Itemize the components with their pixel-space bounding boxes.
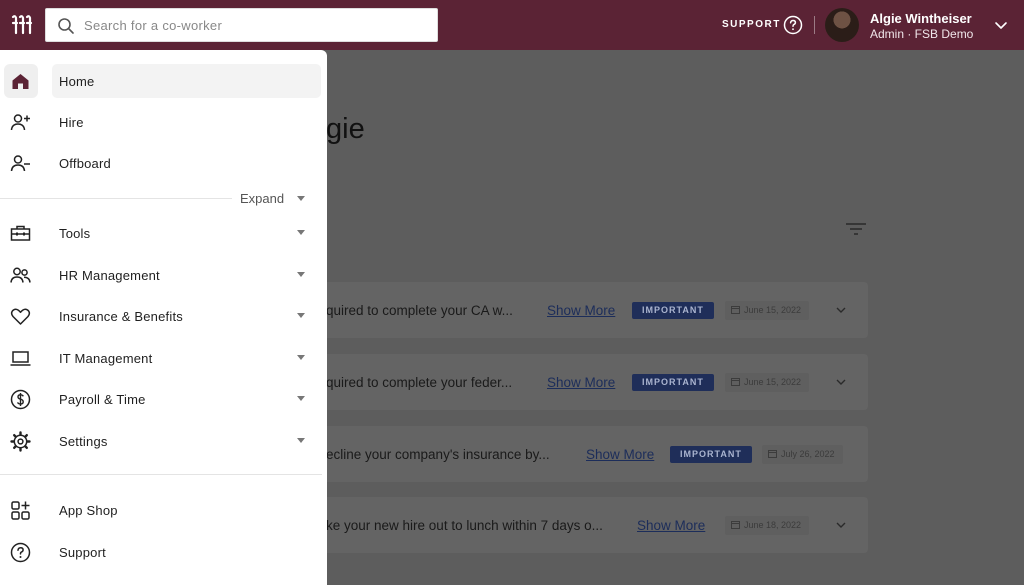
caret-down-icon (297, 196, 305, 201)
menu-item-label: Insurance & Benefits (59, 309, 183, 324)
menu-item-settings[interactable]: Settings (0, 423, 327, 459)
chevron-down-icon[interactable] (994, 18, 1008, 32)
toolbox-icon (10, 225, 31, 241)
menu-item-label: Support (59, 545, 106, 560)
menu-item-home[interactable]: Home (0, 64, 327, 100)
menu-item-label: Home (59, 74, 95, 89)
task-text: quired to complete your CA w... (326, 303, 513, 318)
due-date-text: June 15, 2022 (744, 377, 802, 387)
menu-item-label: HR Management (59, 268, 160, 283)
user-role: Admin · FSB Demo (870, 27, 974, 41)
menu-item-label: Hire (59, 115, 84, 130)
task-card[interactable]: ecline your company's insurance by... Sh… (316, 426, 868, 482)
caret-down-icon (297, 438, 305, 443)
menu-item-label: Offboard (59, 156, 111, 171)
due-date: June 15, 2022 (725, 373, 810, 392)
user-plus-icon (10, 114, 30, 131)
calendar-icon (731, 378, 740, 386)
task-text: quired to complete your feder... (326, 375, 513, 390)
divider (814, 16, 815, 34)
help-icon (10, 542, 31, 563)
important-badge: IMPORTANT (632, 374, 714, 391)
user-name[interactable]: Algie Wintheiser (870, 11, 972, 26)
due-date-text: June 15, 2022 (744, 305, 802, 315)
due-date: June 15, 2022 (725, 301, 810, 320)
avatar[interactable] (825, 8, 859, 42)
gear-icon (10, 431, 31, 452)
menu-item-insurance-benefits[interactable]: Insurance & Benefits (0, 298, 327, 334)
help-icon[interactable] (783, 15, 803, 35)
calendar-icon (731, 521, 740, 529)
apps-icon (11, 501, 30, 520)
menu-item-label: Settings (59, 434, 108, 449)
task-card[interactable]: quired to complete your CA w... Show Mor… (316, 282, 868, 338)
task-text: ke your new hire out to lunch within 7 d… (326, 518, 603, 533)
task-text: ecline your company's insurance by... (326, 447, 550, 462)
page-title: gie (326, 113, 365, 145)
search-input[interactable]: Search for a co-worker (84, 18, 222, 33)
divider (0, 198, 232, 199)
caret-down-icon (297, 355, 305, 360)
people-icon (10, 267, 31, 283)
show-more-link[interactable]: Show More (586, 447, 654, 462)
menu-item-label: Payroll & Time (59, 392, 146, 407)
show-more-link[interactable]: Show More (547, 375, 615, 390)
expand-label[interactable]: Expand (240, 191, 284, 206)
menu-item-hr-management[interactable]: HR Management (0, 257, 327, 293)
caret-down-icon (297, 396, 305, 401)
menu-item-tools[interactable]: Tools (0, 215, 327, 251)
home-icon (12, 74, 29, 89)
chevron-down-icon[interactable] (835, 376, 847, 388)
important-badge: IMPORTANT (670, 446, 752, 463)
navigation-menu: Home Hire Offboard Expand Tools HR Manag… (0, 50, 327, 585)
chevron-down-icon[interactable] (835, 519, 847, 531)
due-date: June 18, 2022 (725, 516, 810, 535)
chevron-down-icon[interactable] (835, 304, 847, 316)
calendar-icon (768, 450, 777, 458)
heart-icon (10, 308, 31, 325)
dollar-icon (10, 389, 31, 410)
support-link[interactable]: SUPPORT (722, 19, 781, 30)
caret-down-icon (297, 230, 305, 235)
search-icon (58, 18, 74, 34)
user-minus-icon (10, 155, 30, 172)
menu-item-hire[interactable]: Hire (0, 104, 327, 140)
show-more-link[interactable]: Show More (637, 518, 705, 533)
show-more-link[interactable]: Show More (547, 303, 615, 318)
menu-item-it-management[interactable]: IT Management (0, 340, 327, 376)
due-date-text: July 26, 2022 (781, 449, 835, 459)
menu-item-support[interactable]: Support (0, 534, 327, 570)
filter-icon[interactable] (845, 222, 867, 236)
due-date-text: June 18, 2022 (744, 520, 802, 530)
divider (0, 474, 322, 475)
menu-item-payroll-time[interactable]: Payroll & Time (0, 381, 327, 417)
laptop-icon (10, 351, 31, 366)
top-bar: Search for a co-worker SUPPORT Algie Win… (0, 0, 1024, 50)
important-badge: IMPORTANT (632, 302, 714, 319)
caret-down-icon (297, 313, 305, 318)
company-logo-icon[interactable] (10, 13, 34, 37)
menu-item-label: App Shop (59, 503, 118, 518)
due-date: July 26, 2022 (762, 445, 843, 464)
task-card[interactable]: ke your new hire out to lunch within 7 d… (316, 497, 868, 553)
task-card[interactable]: quired to complete your feder... Show Mo… (316, 354, 868, 410)
caret-down-icon (297, 272, 305, 277)
menu-item-offboard[interactable]: Offboard (0, 145, 327, 181)
menu-item-label: IT Management (59, 351, 153, 366)
search-box[interactable]: Search for a co-worker (45, 8, 438, 42)
expand-toggle[interactable]: Expand (0, 190, 327, 208)
menu-item-app-shop[interactable]: App Shop (0, 492, 327, 528)
menu-item-label: Tools (59, 226, 91, 241)
calendar-icon (731, 306, 740, 314)
